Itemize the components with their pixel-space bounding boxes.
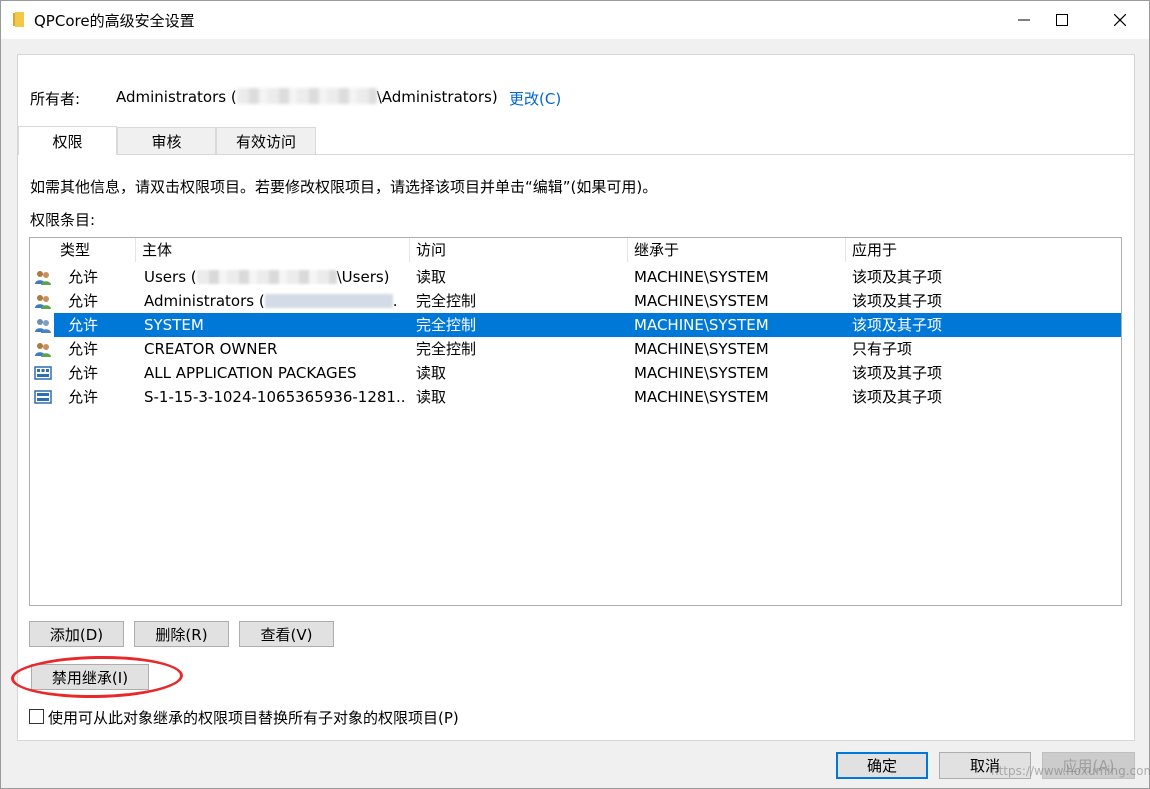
table-row[interactable]: 允许 CREATOR OWNER 完全控制 MACHINE\SYSTEM 只有子…	[30, 337, 1121, 361]
row-principal: SYSTEM	[144, 316, 204, 334]
row-type: 允许	[68, 268, 99, 286]
permission-entries-label: 权限条目:	[30, 211, 96, 229]
users-group-icon	[35, 319, 51, 333]
list-header: 类型 主体 访问 继承于 应用于	[30, 238, 1121, 262]
advanced-security-settings-window: QPCore的高级安全设置 所有者: Administrators ( \Admi…	[0, 0, 1150, 789]
column-header-principal[interactable]: 主体	[136, 238, 410, 262]
disable-inheritance-button[interactable]: 禁用继承(I)	[31, 664, 149, 690]
row-applies-to: 该项及其子项	[852, 388, 943, 406]
users-group-icon	[35, 271, 51, 285]
row-access: 完全控制	[416, 292, 477, 310]
row-principal: S-1-15-3-1024-1065365936-1281...	[144, 388, 406, 406]
title-bar: QPCore的高级安全设置	[1, 1, 1149, 39]
change-owner-link[interactable]: 更改(C)	[509, 88, 561, 109]
principal-text: Administrators (	[144, 292, 265, 310]
watermark: https://www.hoxuming.com	[991, 764, 1150, 778]
redacted-domain	[196, 270, 337, 284]
tab-permissions[interactable]: 权限	[18, 126, 117, 155]
tab-auditing[interactable]: 审核	[117, 127, 216, 154]
maximize-icon	[1056, 14, 1068, 26]
column-header-access[interactable]: 访问	[410, 238, 628, 262]
row-inherited-from: MACHINE\SYSTEM	[634, 340, 769, 358]
info-text: 如需其他信息，请双击权限项目。若要修改权限项目，请选择该项目并单击“编辑”(如果…	[30, 178, 658, 196]
tab-effective-access[interactable]: 有效访问	[216, 127, 316, 154]
row-applies-to: 只有子项	[852, 340, 913, 358]
table-row[interactable]: 允许 S-1-15-3-1024-1065365936-1281... 读取 M…	[30, 385, 1121, 409]
users-group-icon	[35, 295, 51, 309]
column-header-inherited-from[interactable]: 继承于	[628, 238, 846, 262]
owner-value-suffix: \Administrators)	[376, 88, 498, 106]
view-button[interactable]: 查看(V)	[239, 621, 334, 647]
principal-suffix: \Users)	[336, 268, 390, 286]
close-button[interactable]	[1095, 1, 1145, 39]
owner-value: Administrators ( \Administrators)	[116, 88, 498, 106]
minimize-icon	[1018, 19, 1030, 21]
row-access: 完全控制	[416, 340, 477, 358]
row-access: 读取	[416, 268, 447, 286]
folder-icon	[13, 12, 24, 27]
row-type: 允许	[68, 316, 99, 334]
app-package-icon	[34, 366, 52, 380]
close-icon	[1114, 14, 1126, 26]
row-type: 允许	[68, 388, 99, 406]
row-principal: Users ( \Users)	[144, 265, 404, 289]
row-applies-to: 该项及其子项	[852, 292, 943, 310]
row-inherited-from: MACHINE\SYSTEM	[634, 316, 769, 334]
maximize-button[interactable]	[1037, 1, 1087, 39]
add-button[interactable]: 添加(D)	[29, 621, 124, 647]
row-inherited-from: MACHINE\SYSTEM	[634, 364, 769, 382]
principal-suffix: .	[392, 292, 398, 310]
window-title: QPCore的高级安全设置	[34, 12, 195, 30]
owner-value-prefix: Administrators (	[116, 88, 237, 106]
replace-child-permissions-checkbox[interactable]	[29, 709, 44, 724]
app-package-icon	[34, 390, 52, 404]
ok-button[interactable]: 确定	[836, 752, 928, 779]
row-principal: CREATOR OWNER	[144, 340, 278, 358]
row-selection-highlight	[54, 313, 1121, 337]
table-row[interactable]: 允许 SYSTEM 完全控制 MACHINE\SYSTEM 该项及其子项	[30, 313, 1121, 337]
replace-child-permissions-label[interactable]: 使用可从此对象继承的权限项目替换所有子对象的权限项目(P)	[48, 707, 459, 728]
row-type: 允许	[68, 292, 99, 310]
row-type: 允许	[68, 364, 99, 382]
row-principal: ALL APPLICATION PACKAGES	[144, 364, 357, 382]
row-access: 读取	[416, 364, 447, 382]
main-panel: 所有者: Administrators ( \Administrators) 更改…	[17, 54, 1135, 741]
row-access: 完全控制	[416, 316, 477, 334]
row-principal: Administrators (.	[144, 289, 410, 313]
row-type: 允许	[68, 340, 99, 358]
redacted-owner-domain	[236, 88, 377, 104]
row-applies-to: 该项及其子项	[852, 316, 943, 334]
row-inherited-from: MACHINE\SYSTEM	[634, 292, 769, 310]
redacted-domain	[264, 294, 393, 308]
table-row[interactable]: 允许 Administrators (. 完全控制 MACHINE\SYSTEM…	[30, 289, 1121, 313]
column-header-applies-to[interactable]: 应用于	[846, 238, 1121, 262]
owner-label: 所有者:	[30, 90, 81, 108]
tab-divider	[18, 154, 1134, 155]
users-group-icon	[35, 343, 51, 357]
row-inherited-from: MACHINE\SYSTEM	[634, 388, 769, 406]
remove-button[interactable]: 删除(R)	[134, 621, 229, 647]
row-applies-to: 该项及其子项	[852, 268, 943, 286]
permission-entries-list[interactable]: 类型 主体 访问 继承于 应用于 允许 Users ( \Users) 读取 MA…	[29, 237, 1122, 606]
principal-text: Users (	[144, 268, 197, 286]
row-access: 读取	[416, 388, 447, 406]
row-applies-to: 该项及其子项	[852, 364, 943, 382]
tab-bar: 权限 审核 有效访问	[18, 126, 1134, 155]
row-inherited-from: MACHINE\SYSTEM	[634, 268, 769, 286]
column-header-type[interactable]: 类型	[54, 238, 136, 262]
table-row[interactable]: 允许 Users ( \Users) 读取 MACHINE\SYSTEM 该项及其…	[30, 265, 1121, 289]
table-row[interactable]: 允许 ALL APPLICATION PACKAGES 读取 MACHINE\S…	[30, 361, 1121, 385]
